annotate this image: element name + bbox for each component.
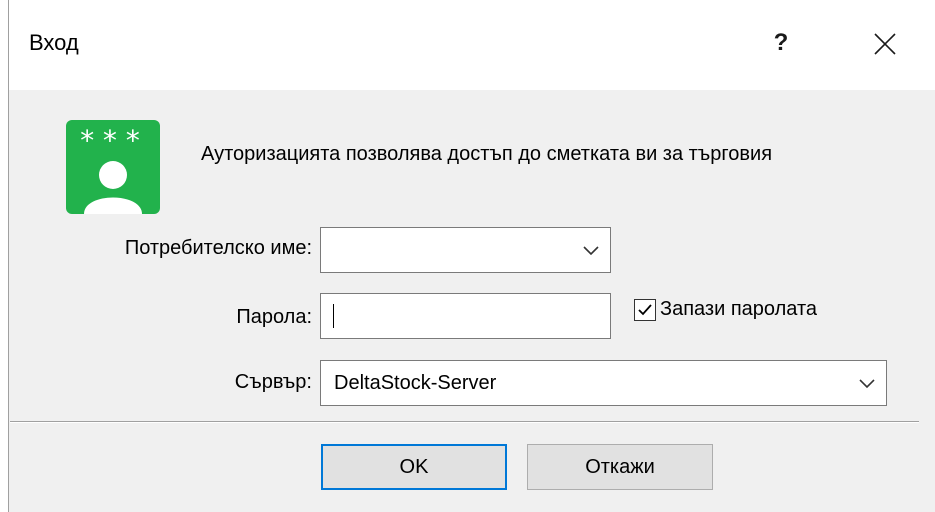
- checkmark-icon: [638, 303, 652, 315]
- ok-button[interactable]: OK: [321, 444, 507, 490]
- title-bar: Вход ?: [9, 0, 935, 90]
- login-dialog: Вход ? *** Ауторизацията позволява достъ…: [0, 0, 935, 512]
- authorization-info-text: Ауторизацията позволява достъп до сметка…: [201, 143, 773, 165]
- server-value: DeltaStock-Server: [334, 371, 497, 394]
- user-password-icon: ***: [66, 120, 160, 214]
- chevron-down-icon[interactable]: [582, 244, 600, 256]
- footer-separator: [10, 421, 919, 423]
- save-password-checkbox-box[interactable]: [634, 298, 656, 321]
- chevron-down-icon[interactable]: [858, 377, 876, 389]
- server-combobox[interactable]: DeltaStock-Server: [320, 360, 887, 406]
- help-button[interactable]: ?: [761, 18, 801, 68]
- text-caret: [333, 304, 334, 328]
- password-input[interactable]: [320, 293, 611, 339]
- save-password-label[interactable]: Запази паролата: [660, 298, 817, 321]
- window-left-edge: [0, 0, 9, 512]
- dialog-title: Вход: [29, 30, 79, 55]
- save-password-checkbox[interactable]: Запази паролата: [634, 298, 817, 321]
- username-combobox[interactable]: [320, 227, 611, 273]
- user-silhouette-icon: [84, 161, 142, 214]
- server-label: Сървър:: [234, 371, 312, 393]
- close-button[interactable]: [855, 16, 915, 72]
- close-icon: [874, 33, 896, 55]
- cancel-button[interactable]: Откажи: [527, 444, 713, 490]
- username-label: Потребителско име:: [124, 237, 312, 259]
- password-label: Парола:: [236, 306, 312, 328]
